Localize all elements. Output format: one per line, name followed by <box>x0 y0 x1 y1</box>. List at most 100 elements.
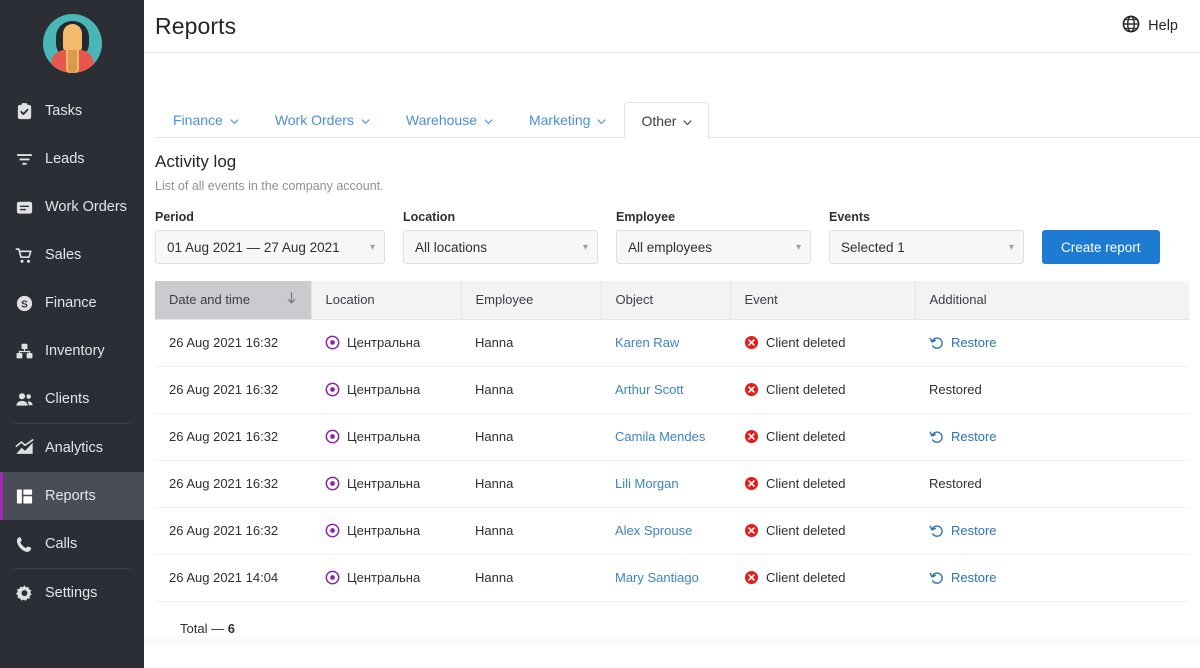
column-header-object[interactable]: Object <box>601 281 731 320</box>
cell-datetime: 26 Aug 2021 16:32 <box>155 460 311 508</box>
cell-event: Client deleted <box>730 507 915 555</box>
object-link: Mary Santiago <box>615 570 699 585</box>
event-value: Client deleted <box>766 523 846 538</box>
restore-action[interactable]: Restore <box>929 335 1175 350</box>
table-row[interactable]: 26 Aug 2021 16:32 Центральна Hanna Lili Mor… <box>155 460 1189 508</box>
help-label: Help <box>1148 18 1178 34</box>
sidebar-item-finance[interactable]: S Finance <box>0 279 144 327</box>
location-value: Центральна <box>347 429 421 444</box>
tab-warehouse[interactable]: Warehouse <box>388 101 511 138</box>
events-select[interactable]: Selected 1 ▾ <box>829 230 1024 264</box>
undo-restore-icon <box>929 429 944 444</box>
sidebar-item-leads[interactable]: Leads <box>0 135 144 183</box>
cell-additional[interactable]: Restore <box>915 413 1189 461</box>
cell-object[interactable]: Alex Sprouse <box>601 507 730 555</box>
cell-additional[interactable]: Restore <box>915 507 1189 555</box>
sidebar-item-tasks[interactable]: Tasks <box>0 87 144 135</box>
column-header-location[interactable]: Location <box>311 281 462 320</box>
cell-datetime: 26 Aug 2021 16:32 <box>155 319 311 367</box>
column-header-employee[interactable]: Employee <box>461 281 602 320</box>
location-cell-content: Центральна <box>325 476 447 491</box>
sidebar-item-settings[interactable]: Settings <box>0 569 144 617</box>
period-value: 01 Aug 2021 — 27 Aug 2021 <box>167 239 340 255</box>
cell-object[interactable]: Mary Santiago <box>601 554 730 602</box>
table-row[interactable]: 26 Aug 2021 16:32 Центральна Hanna Karen Ra… <box>155 319 1189 367</box>
cell-datetime: 26 Aug 2021 16:32 <box>155 507 311 555</box>
sidebar-item-label: Calls <box>45 536 78 552</box>
location-target-icon <box>325 570 340 585</box>
location-cell-content: Центральна <box>325 335 447 350</box>
section-subtitle: List of all events in the company accoun… <box>155 179 384 193</box>
cell-additional[interactable]: Restore <box>915 319 1189 367</box>
datetime-value: 26 Aug 2021 16:32 <box>169 429 279 444</box>
sidebar-item-analytics[interactable]: Analytics <box>0 424 144 472</box>
mountain-chart-icon <box>15 438 34 458</box>
page-title: Reports <box>155 12 237 39</box>
sidebar-item-reports[interactable]: Reports <box>0 472 144 520</box>
location-select[interactable]: All locations ▾ <box>403 230 598 264</box>
arrow-down-icon <box>286 292 297 308</box>
avatar[interactable] <box>42 14 102 73</box>
column-header-event[interactable]: Event <box>730 281 916 320</box>
location-cell-content: Центральна <box>325 570 447 585</box>
restore-action[interactable]: Restore <box>929 523 1175 538</box>
event-value: Client deleted <box>766 476 846 491</box>
tab-finance[interactable]: Finance <box>155 101 257 138</box>
cell-additional: Restored <box>915 460 1189 508</box>
restore-action[interactable]: Restore <box>929 429 1175 444</box>
location-value: Центральна <box>347 476 421 491</box>
column-header-label: Event <box>744 292 778 308</box>
cell-additional[interactable]: Restore <box>915 554 1189 602</box>
period-select[interactable]: 01 Aug 2021 — 27 Aug 2021 ▾ <box>155 230 385 264</box>
column-header-label: Object <box>615 292 654 308</box>
table-row[interactable]: 26 Aug 2021 16:32 Центральна Hanna Camila M… <box>155 413 1189 461</box>
sidebar-item-calls[interactable]: Calls <box>0 520 144 568</box>
sidebar-item-clients[interactable]: Clients <box>0 375 144 423</box>
table-row[interactable]: 26 Aug 2021 16:32 Центральна Hanna Arthur S… <box>155 366 1189 414</box>
column-header-date-and-time[interactable]: Date and time <box>155 281 312 320</box>
filter-employee: Employee All employees ▾ <box>616 210 811 264</box>
avatar-collar <box>67 50 77 73</box>
tab-work-orders[interactable]: Work Orders <box>257 101 388 138</box>
tab-marketing[interactable]: Marketing <box>511 101 624 138</box>
restore-label: Restore <box>951 335 997 350</box>
table-row[interactable]: 26 Aug 2021 16:32 Центральна Hanna Alex Spr… <box>155 507 1189 555</box>
filter-events: Events Selected 1 ▾ <box>829 210 1024 264</box>
app-root: Tasks Leads Work Orders Sales S Finance Invent… <box>0 0 1200 668</box>
sidebar-item-inventory[interactable]: Inventory <box>0 327 144 375</box>
location-cell-content: Центральна <box>325 429 447 444</box>
location-value: Центральна <box>347 523 421 538</box>
sidebar-item-label: Settings <box>45 585 98 601</box>
cell-employee: Hanna <box>461 460 601 508</box>
create-report-button[interactable]: Create report <box>1042 230 1160 264</box>
content-area: Finance Work Orders Warehouse Marketing Othe… <box>144 53 1200 668</box>
event-cell-content: Client deleted <box>744 523 901 538</box>
delete-error-icon <box>744 335 759 350</box>
tab-other[interactable]: Other <box>624 102 710 139</box>
restore-label: Restore <box>951 570 997 585</box>
event-value: Client deleted <box>766 570 846 585</box>
cell-additional: Restored <box>915 366 1189 414</box>
cell-object[interactable]: Camila Mendes <box>601 413 730 461</box>
phone-icon <box>15 535 34 554</box>
cell-object[interactable]: Lili Morgan <box>601 460 730 508</box>
sidebar-item-sales[interactable]: Sales <box>0 231 144 279</box>
restore-action[interactable]: Restore <box>929 570 1175 585</box>
location-target-icon <box>325 476 340 491</box>
cell-employee: Hanna <box>461 319 601 367</box>
sidebar-item-label: Clients <box>45 391 90 407</box>
filter-location: Location All locations ▾ <box>403 210 598 264</box>
help-button[interactable]: Help <box>1122 15 1178 37</box>
section-title: Activity log <box>155 152 237 171</box>
column-header-additional[interactable]: Additional <box>915 281 1189 320</box>
table-body: 26 Aug 2021 16:32 Центральна Hanna Karen Ra… <box>155 319 1189 602</box>
chevron-down-icon: ▾ <box>369 241 375 253</box>
funnel-icon <box>15 150 34 169</box>
cell-object[interactable]: Karen Raw <box>601 319 730 367</box>
sidebar-item-work-orders[interactable]: Work Orders <box>0 183 144 231</box>
table-row[interactable]: 26 Aug 2021 14:04 Центральна Hanna Mary San… <box>155 554 1189 602</box>
employee-select[interactable]: All employees ▾ <box>616 230 811 264</box>
cell-object[interactable]: Arthur Scott <box>601 366 730 414</box>
sidebar-item-label: Sales <box>45 247 82 263</box>
sidebar-item-label: Inventory <box>45 343 105 359</box>
